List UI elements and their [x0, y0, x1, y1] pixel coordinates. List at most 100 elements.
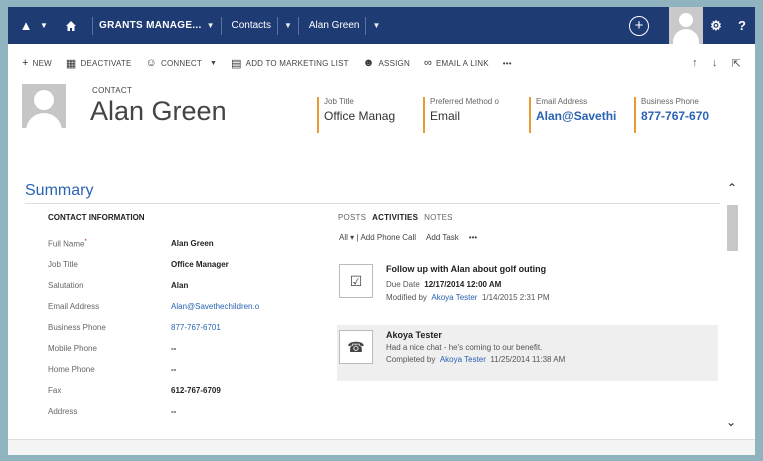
gear-icon[interactable]: ⚙ [703, 7, 729, 44]
more-timeline-button[interactable]: ••• [469, 233, 477, 242]
activity-due-line: Due Date 12/17/2014 12:00 AM [386, 280, 502, 289]
scrollbar-thumb[interactable] [727, 205, 738, 251]
field-label-fax: Fax [48, 386, 62, 395]
record-header: CONTACT Alan Green Job Title Office Mana… [8, 82, 755, 135]
add-task-button[interactable]: Add Task [426, 233, 459, 242]
nav-divider [297, 16, 299, 35]
field-value-salutation[interactable]: Alan [171, 281, 299, 290]
activity-item[interactable]: ☑ Follow up with Alan about golf outing … [337, 259, 718, 315]
form-scrollbar[interactable]: ⌃ ⌄ [723, 177, 741, 429]
tab-activities[interactable]: ACTIVITIES [372, 213, 418, 222]
connect-icon: ☺ [145, 57, 157, 69]
new-label: NEW [32, 58, 52, 68]
header-field-label: Business Phone [641, 97, 699, 106]
connect-label: CONNECT [160, 58, 202, 68]
field-label-address: Address [48, 407, 78, 416]
tab-notes[interactable]: NOTES [424, 213, 453, 222]
header-field-value[interactable]: 877-767-670 [641, 109, 726, 123]
divider [25, 203, 720, 204]
field-label-full-name: Full Name* [48, 239, 87, 249]
assign-button[interactable]: ☻ ASSIGN [363, 57, 410, 69]
nav-divider [365, 16, 367, 35]
task-check-icon: ☑ [339, 264, 373, 298]
field-label-home-phone: Home Phone [48, 365, 95, 374]
arrow-up-icon[interactable]: ↑ [692, 57, 698, 70]
new-button[interactable]: + NEW [22, 57, 52, 69]
assign-icon: ☻ [362, 57, 375, 69]
expand-icon[interactable]: ⇱ [732, 57, 741, 70]
marketing-list-icon: ▤ [231, 57, 242, 70]
header-field-job-title[interactable]: Job Title Office Manag [317, 97, 412, 133]
record-breadcrumb[interactable]: Alan Green [309, 20, 360, 31]
field-value-home-phone[interactable]: -- [171, 365, 299, 374]
crm-window: ▲ ▼ GRANTS MANAGE... ▼ Contacts ▼ Alan G… [8, 7, 755, 455]
field-value-full-name[interactable]: Alan Green [171, 239, 299, 248]
chevron-up-icon[interactable]: ⌃ [727, 181, 737, 195]
activity-item[interactable]: ☎ Akoya Tester Had a nice chat - he's co… [337, 325, 718, 381]
form-footer [8, 439, 755, 455]
user-avatar[interactable] [669, 7, 703, 44]
field-value-business-phone[interactable]: 877-767-6701 [171, 323, 299, 332]
tab-posts[interactable]: POSTS [338, 213, 366, 222]
field-value-fax[interactable]: 612-767-6709 [171, 386, 299, 395]
deactivate-label: DEACTIVATE [80, 58, 132, 68]
home-icon[interactable] [56, 7, 86, 44]
nav-divider [220, 16, 222, 35]
activity-modified-line: Modified by Akoya Tester 1/14/2015 2:31 … [386, 293, 550, 302]
activity-completed-line: Completed by Akoya Tester 11/25/2014 11:… [386, 355, 566, 364]
chevron-down-icon[interactable]: ▼ [38, 7, 50, 44]
contact-info-section-title: CONTACT INFORMATION [48, 213, 145, 222]
chevron-down-icon[interactable]: ⌄ [726, 415, 736, 429]
field-label-job-title: Job Title [48, 260, 78, 269]
add-phone-call-button[interactable]: Add Phone Call [360, 233, 416, 242]
activity-title[interactable]: Akoya Tester [386, 330, 442, 340]
entity-breadcrumb[interactable]: Contacts [232, 20, 271, 31]
field-label-business-phone: Business Phone [48, 323, 106, 332]
field-label-email: Email Address [48, 302, 100, 311]
plus-icon: + [22, 57, 29, 69]
help-icon[interactable]: ? [729, 7, 755, 44]
more-commands-button[interactable]: ••• [503, 59, 512, 68]
deactivate-icon: ▦ [65, 57, 77, 70]
header-field-email[interactable]: Email Address Alan@Savethi [529, 97, 624, 133]
user-link[interactable]: Akoya Tester [431, 293, 477, 302]
connect-button[interactable]: ☺ CONNECT ▼ [146, 57, 218, 69]
chevron-down-icon[interactable]: ▼ [284, 21, 292, 30]
field-value-mobile-phone[interactable]: -- [171, 344, 299, 353]
activity-filter[interactable]: All ▾ | [339, 233, 358, 242]
header-field-preferred-method[interactable]: Preferred Method o Email [423, 97, 523, 133]
module-selector[interactable]: GRANTS MANAGE... [99, 20, 202, 31]
dynamics-logo-icon[interactable]: ▲ [14, 7, 38, 44]
activity-description: Had a nice chat - he's coming to our ben… [386, 343, 543, 352]
field-value-email[interactable]: Alan@Savethechildren.o [171, 302, 299, 311]
field-label-salutation: Salutation [48, 281, 84, 290]
header-field-value: Email [430, 109, 461, 123]
chevron-down-icon[interactable]: ▼ [210, 60, 217, 67]
assign-label: ASSIGN [378, 58, 410, 68]
phone-call-icon: ☎ [339, 330, 373, 364]
add-to-marketing-list-button[interactable]: ▤ ADD TO MARKETING LIST [231, 57, 349, 70]
chevron-down-icon[interactable]: ▼ [372, 21, 380, 30]
user-link[interactable]: Akoya Tester [440, 355, 486, 364]
summary-heading[interactable]: Summary [25, 182, 93, 200]
field-value-job-title[interactable]: Office Manager [171, 260, 299, 269]
activity-title[interactable]: Follow up with Alan about golf outing [386, 264, 546, 274]
field-value-address[interactable]: -- [171, 407, 299, 416]
link-icon: ∞ [423, 57, 432, 69]
deactivate-button[interactable]: ▦ DEACTIVATE [66, 57, 132, 70]
email-link-button[interactable]: ∞ EMAIL A LINK [424, 57, 489, 69]
header-field-value[interactable]: Alan@Savethi [536, 109, 624, 123]
arrow-down-icon[interactable]: ↓ [712, 57, 718, 70]
header-field-label: Job Title [324, 97, 354, 106]
header-field-label: Email Address [536, 97, 588, 106]
header-field-business-phone[interactable]: Business Phone 877-767-670 [634, 97, 726, 133]
email-link-label: EMAIL A LINK [435, 58, 489, 68]
timeline-tabs: POSTS ACTIVITIES NOTES [338, 213, 453, 222]
timeline-toolbar: All ▾ | Add Phone Call Add Task ••• [339, 233, 477, 242]
contact-photo[interactable] [22, 84, 66, 128]
create-plus-icon[interactable]: + [629, 15, 649, 36]
command-bar: + NEW ▦ DEACTIVATE ☺ CONNECT ▼ ▤ ADD TO … [8, 44, 755, 82]
chevron-down-icon[interactable]: ▼ [207, 21, 215, 30]
header-field-label: Preferred Method o [430, 97, 499, 106]
record-navigation: ↑ ↓ ⇱ [692, 57, 755, 70]
